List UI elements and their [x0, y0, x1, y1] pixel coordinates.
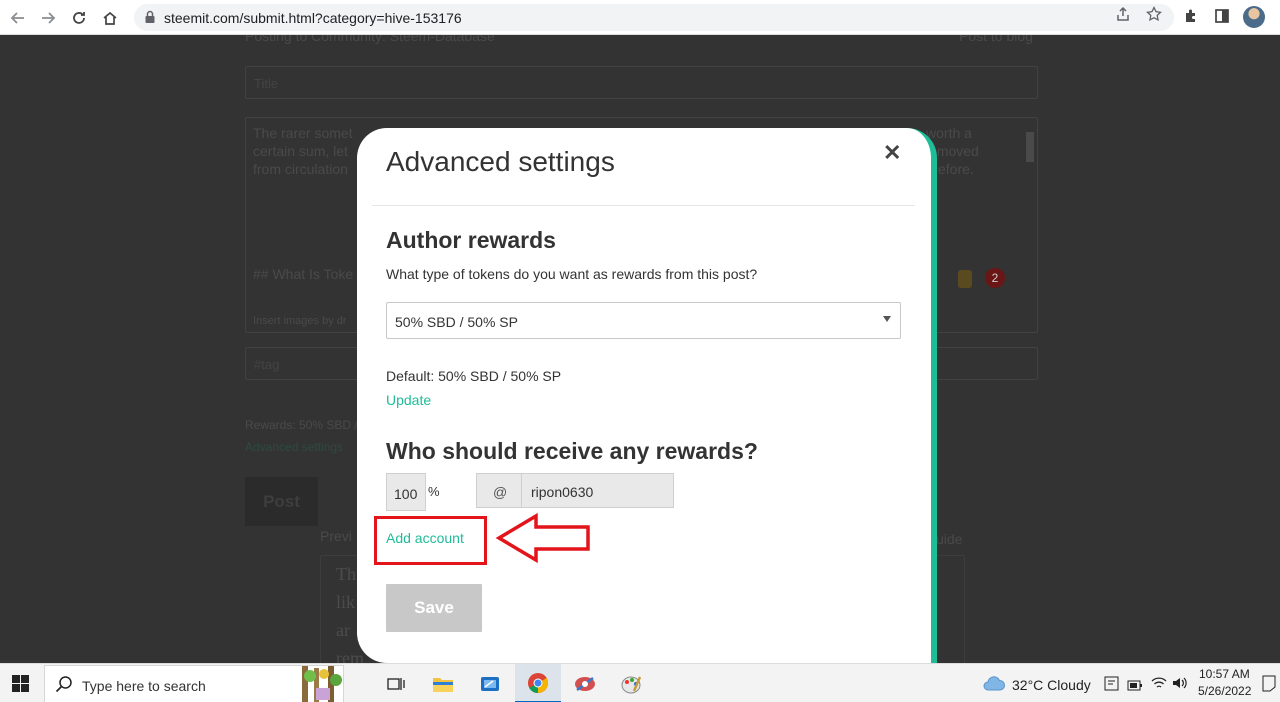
- lock-icon[interactable]: [144, 10, 156, 29]
- posting-to-label: Posting to Community: Steem-Database: [245, 35, 495, 44]
- address-bar[interactable]: steemit.com/submit.html?category=hive-15…: [134, 4, 1174, 31]
- at-prefix: @: [476, 473, 522, 508]
- wifi-icon[interactable]: [1151, 676, 1167, 695]
- home-icon[interactable]: [98, 6, 122, 30]
- title-input[interactable]: Title: [245, 66, 1038, 99]
- beneficiary-percent-input[interactable]: 100: [386, 473, 426, 511]
- markdown-guide-link[interactable]: uide: [936, 531, 962, 547]
- body-text-line: from circulation: [253, 161, 348, 177]
- tag-placeholder: #tag: [254, 357, 280, 372]
- preview-text-line: ar: [336, 620, 350, 640]
- body-text-line: ## What Is Toke: [253, 266, 354, 282]
- windows-start-icon[interactable]: [12, 675, 29, 697]
- notification-badge: 2: [985, 268, 1005, 288]
- textarea-scrollbar[interactable]: [1026, 132, 1034, 162]
- advanced-settings-link[interactable]: Advanced settings: [245, 440, 343, 454]
- close-icon[interactable]: ✕: [883, 140, 901, 166]
- search-placeholder: Type here to search: [82, 678, 206, 694]
- reload-icon[interactable]: [67, 6, 91, 30]
- beneficiary-account-value: ripon0630: [531, 484, 594, 500]
- notification-tray-icon[interactable]: [1104, 676, 1119, 696]
- preview-label: Previ: [320, 528, 352, 544]
- body-text-line: The rarer somet: [253, 125, 353, 141]
- preview-text-line: rem: [336, 648, 364, 663]
- bookmark-star-icon[interactable]: [1146, 5, 1162, 22]
- file-explorer-icon[interactable]: [420, 664, 466, 702]
- windows-taskbar: Type here to search 32°C Cloudy 10:57 AM…: [0, 663, 1280, 702]
- profile-avatar[interactable]: [1243, 6, 1265, 28]
- share-icon[interactable]: [1115, 6, 1131, 22]
- preview-text-line: lik: [336, 592, 356, 612]
- browser-toolbar: steemit.com/submit.html?category=hive-15…: [0, 0, 1280, 35]
- clock-date[interactable]: 5/26/2022: [1198, 684, 1251, 698]
- weather-cloud-icon[interactable]: [983, 675, 1005, 696]
- snipping-tool-icon[interactable]: [562, 664, 608, 702]
- insert-images-hint: Insert images by dr: [253, 315, 347, 327]
- annotation-highlight-box: [374, 516, 487, 565]
- beneficiary-account-input[interactable]: ripon0630: [521, 473, 674, 508]
- back-icon[interactable]: [6, 6, 30, 30]
- thumbs-up-icon: [958, 270, 972, 288]
- weather-text[interactable]: 32°C Cloudy: [1012, 677, 1091, 693]
- annotation-arrow-icon: [496, 512, 590, 564]
- title-placeholder: Title: [254, 76, 279, 91]
- body-text-line: efore.: [938, 161, 974, 177]
- clock-time[interactable]: 10:57 AM: [1199, 667, 1250, 681]
- rewards-summary: Rewards: 50% SBD /: [245, 418, 358, 432]
- search-icon: [55, 675, 73, 698]
- extensions-puzzle-icon[interactable]: [1183, 8, 1199, 29]
- body-text-line: worth a: [926, 125, 972, 141]
- default-rewards-text: Default: 50% SBD / 50% SP: [386, 368, 562, 384]
- advanced-settings-modal: Advanced settings ✕ Author rewards What …: [357, 128, 937, 663]
- update-link[interactable]: Update: [386, 392, 431, 408]
- action-center-icon[interactable]: [1262, 674, 1276, 697]
- modal-title: Advanced settings: [386, 146, 615, 177]
- url-text: steemit.com/submit.html?category=hive-15…: [164, 10, 462, 26]
- author-rewards-question: What type of tokens do you want as rewar…: [386, 266, 758, 282]
- percent-sign: %: [428, 484, 440, 499]
- search-highlight-illustration: [302, 666, 342, 702]
- reward-type-select[interactable]: 50% SBD / 50% SP: [386, 302, 901, 339]
- volume-icon[interactable]: [1172, 676, 1188, 695]
- author-rewards-heading: Author rewards: [386, 227, 556, 253]
- paint-icon[interactable]: [608, 664, 654, 702]
- preview-text-line: Th: [336, 564, 356, 584]
- save-button[interactable]: Save: [386, 584, 482, 632]
- post-to-blog-link[interactable]: Post to blog: [959, 35, 1033, 44]
- battery-icon[interactable]: [1127, 678, 1143, 696]
- chevron-down-icon: [883, 316, 891, 322]
- at-sign: @: [493, 484, 508, 500]
- beneficiaries-heading: Who should receive any rewards?: [386, 438, 758, 464]
- reward-type-value: 50% SBD / 50% SP: [395, 314, 518, 330]
- chrome-icon[interactable]: [515, 664, 561, 702]
- app-window-icon[interactable]: [467, 664, 513, 702]
- beneficiary-percent-value: 100: [394, 486, 418, 502]
- modal-divider: [372, 205, 915, 206]
- task-view-icon[interactable]: [373, 664, 419, 702]
- side-panel-icon[interactable]: [1214, 8, 1230, 29]
- forward-icon[interactable]: [36, 6, 60, 30]
- body-text-line: certain sum, let: [253, 143, 348, 159]
- post-button[interactable]: Post: [245, 477, 318, 526]
